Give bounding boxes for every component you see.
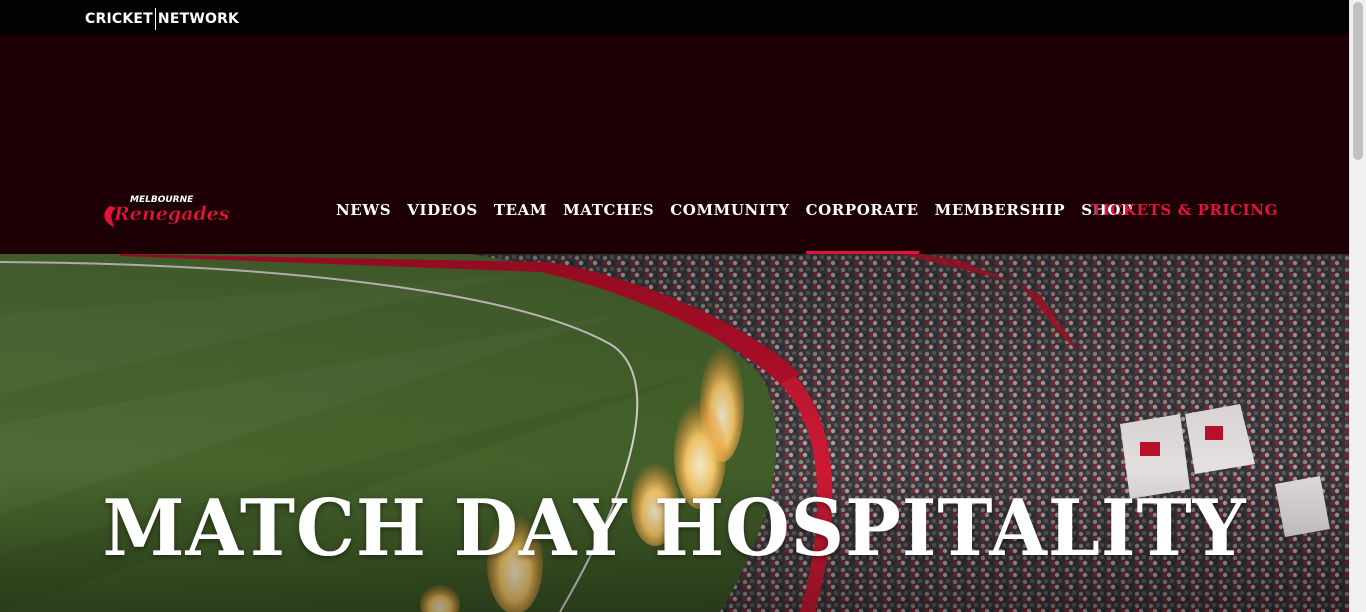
network-logo-divider xyxy=(154,8,156,30)
scrollbar-thumb[interactable] xyxy=(1353,2,1363,160)
nav-item-community[interactable]: COMMUNITY xyxy=(662,165,797,254)
hero-banner: MATCH DAY HOSPITALITY xyxy=(0,254,1349,612)
nav-item-matches[interactable]: MATCHES xyxy=(555,165,662,254)
main-nav: NEWS VIDEOS TEAM MATCHES COMMUNITY CORPO… xyxy=(328,165,1141,254)
page: CRICKET NETWORK MELBOURNE Renegades NEWS… xyxy=(0,0,1366,612)
cricket-network-logo[interactable]: CRICKET NETWORK xyxy=(85,8,239,30)
renegades-logo-icon: MELBOURNE Renegades xyxy=(104,195,230,228)
nav-item-membership[interactable]: MEMBERSHIP xyxy=(927,165,1074,254)
nav-item-team[interactable]: TEAM xyxy=(486,165,555,254)
ad-banner-area xyxy=(0,35,1349,165)
nav-item-corporate[interactable]: CORPORATE xyxy=(798,165,927,254)
network-bar: CRICKET NETWORK xyxy=(0,0,1349,35)
tickets-pricing-link[interactable]: TICKETS & PRICING xyxy=(1091,165,1278,254)
nav-item-videos[interactable]: VIDEOS xyxy=(399,165,486,254)
network-logo-left: CRICKET xyxy=(85,11,153,27)
renegades-logo[interactable]: MELBOURNE Renegades xyxy=(100,192,230,232)
nav-item-news[interactable]: NEWS xyxy=(328,165,399,254)
page-scrollbar[interactable] xyxy=(1349,0,1366,612)
network-logo-right: NETWORK xyxy=(157,11,240,27)
logo-main-text: Renegades xyxy=(113,203,230,225)
main-header: MELBOURNE Renegades NEWS VIDEOS TEAM MAT… xyxy=(0,165,1349,254)
hero-title: MATCH DAY HOSPITALITY xyxy=(102,483,1247,574)
